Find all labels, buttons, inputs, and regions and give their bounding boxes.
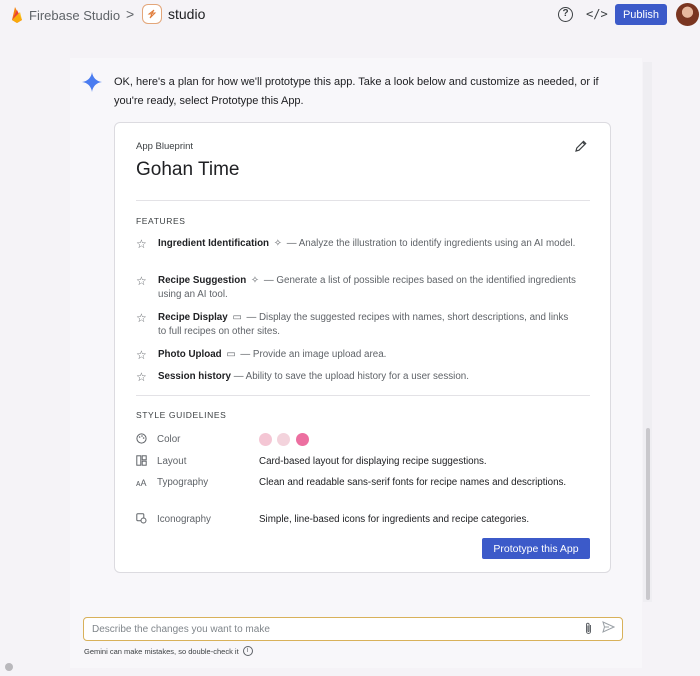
divider [136,395,590,396]
feature-item: ☆ Session history — Ability to save the … [136,370,576,384]
feature-item: ☆ Recipe Display ▭ — Display the suggest… [136,311,576,339]
feature-item: ☆ Photo Upload ▭ — Provide an image uplo… [136,348,576,362]
feature-name: Recipe Suggestion [158,275,247,286]
prototype-app-button[interactable]: Prototype this App [482,538,590,559]
window-icon: ▭ [232,312,242,323]
help-icon[interactable]: ? [558,7,573,22]
send-icon[interactable] [602,621,616,636]
divider [136,200,590,201]
brand[interactable]: Firebase Studio [10,6,120,24]
pencil-icon[interactable] [574,139,588,153]
app-blueprint-card: App Blueprint Gohan Time FEATURES ☆ Ingr… [114,122,611,573]
feature-description: — Provide an image upload area. [240,349,387,360]
gemini-sparkle-icon [82,72,102,92]
disclaimer: Gemini can make mistakes, so double-chec… [84,646,253,656]
feature-name: Ingredient Identification [158,238,270,249]
feature-description: — Ability to save the upload history for… [233,371,469,382]
star-icon: ☆ [136,348,147,362]
typography-label: Typography [157,477,209,488]
feature-name: Photo Upload [158,349,222,360]
color-swatch[interactable] [277,433,290,446]
brand-name: Firebase Studio [29,7,121,23]
feature-item: ☆ Recipe Suggestion ✧ — Generate a list … [136,274,576,302]
style-row-layout: Layout Card-based layout for displaying … [136,454,590,470]
firebase-flame-icon [12,7,22,23]
info-icon[interactable]: i [242,646,253,656]
layout-label: Layout [157,456,187,467]
style-row-color: Color [136,432,590,448]
window-icon: ▭ [226,349,236,360]
top-bar: Firebase Studio > studio ? </> Publish [0,0,700,30]
style-row-typography: ᴀA Typography Clean and readable sans-se… [136,475,590,507]
star-icon: ☆ [136,274,147,288]
breadcrumb-chevron: > [126,6,135,22]
color-swatch[interactable] [296,433,309,446]
project-switcher[interactable]: studio [142,4,205,24]
feature-name: Recipe Display [158,312,228,323]
font-size-icon: ᴀA [136,478,147,488]
feature-description: — Analyze the illustration to identify i… [286,238,576,249]
color-swatch[interactable] [259,433,272,446]
iconography-value: Simple, line-based icons for ingredients… [259,514,530,525]
star-icon: ☆ [136,237,147,251]
prompt-input[interactable] [92,621,572,637]
avatar[interactable] [676,3,699,26]
prompt-box [83,617,623,641]
code-icon[interactable]: </> [586,7,608,21]
sparkle-icon: ✧ [250,275,260,286]
project-logo-icon [142,4,162,24]
attach-icon[interactable] [584,622,593,638]
star-icon: ☆ [136,311,147,325]
publish-button[interactable]: Publish [615,4,667,25]
blueprint-kicker: App Blueprint [136,141,194,152]
palette-icon [136,433,148,445]
star-icon: ☆ [136,370,147,384]
feature-item: ☆ Ingredient Identification ✧ — Analyze … [136,237,576,265]
color-label: Color [157,434,181,445]
iconography-label: Iconography [157,514,211,525]
iconography-icon [136,513,148,525]
features-heading: FEATURES [136,216,186,226]
layout-value: Card-based layout for displaying recipe … [259,456,487,467]
app-title: Gohan Time [136,159,240,180]
layout-icon [136,455,148,467]
typography-value: Clean and readable sans-serif fonts for … [259,477,567,488]
status-dot [5,663,13,671]
style-row-iconography: Iconography Simple, line-based icons for… [136,512,590,528]
disclaimer-text: Gemini can make mistakes, so double-chec… [84,646,239,656]
project-name: studio [168,6,206,22]
assistant-message: OK, here's a plan for how we'll prototyp… [114,76,599,107]
feature-name: Session history [158,371,231,382]
style-guidelines-heading: STYLE GUIDELINES [136,410,227,420]
scrollbar-thumb[interactable] [646,428,650,600]
sparkle-icon: ✧ [273,238,282,249]
